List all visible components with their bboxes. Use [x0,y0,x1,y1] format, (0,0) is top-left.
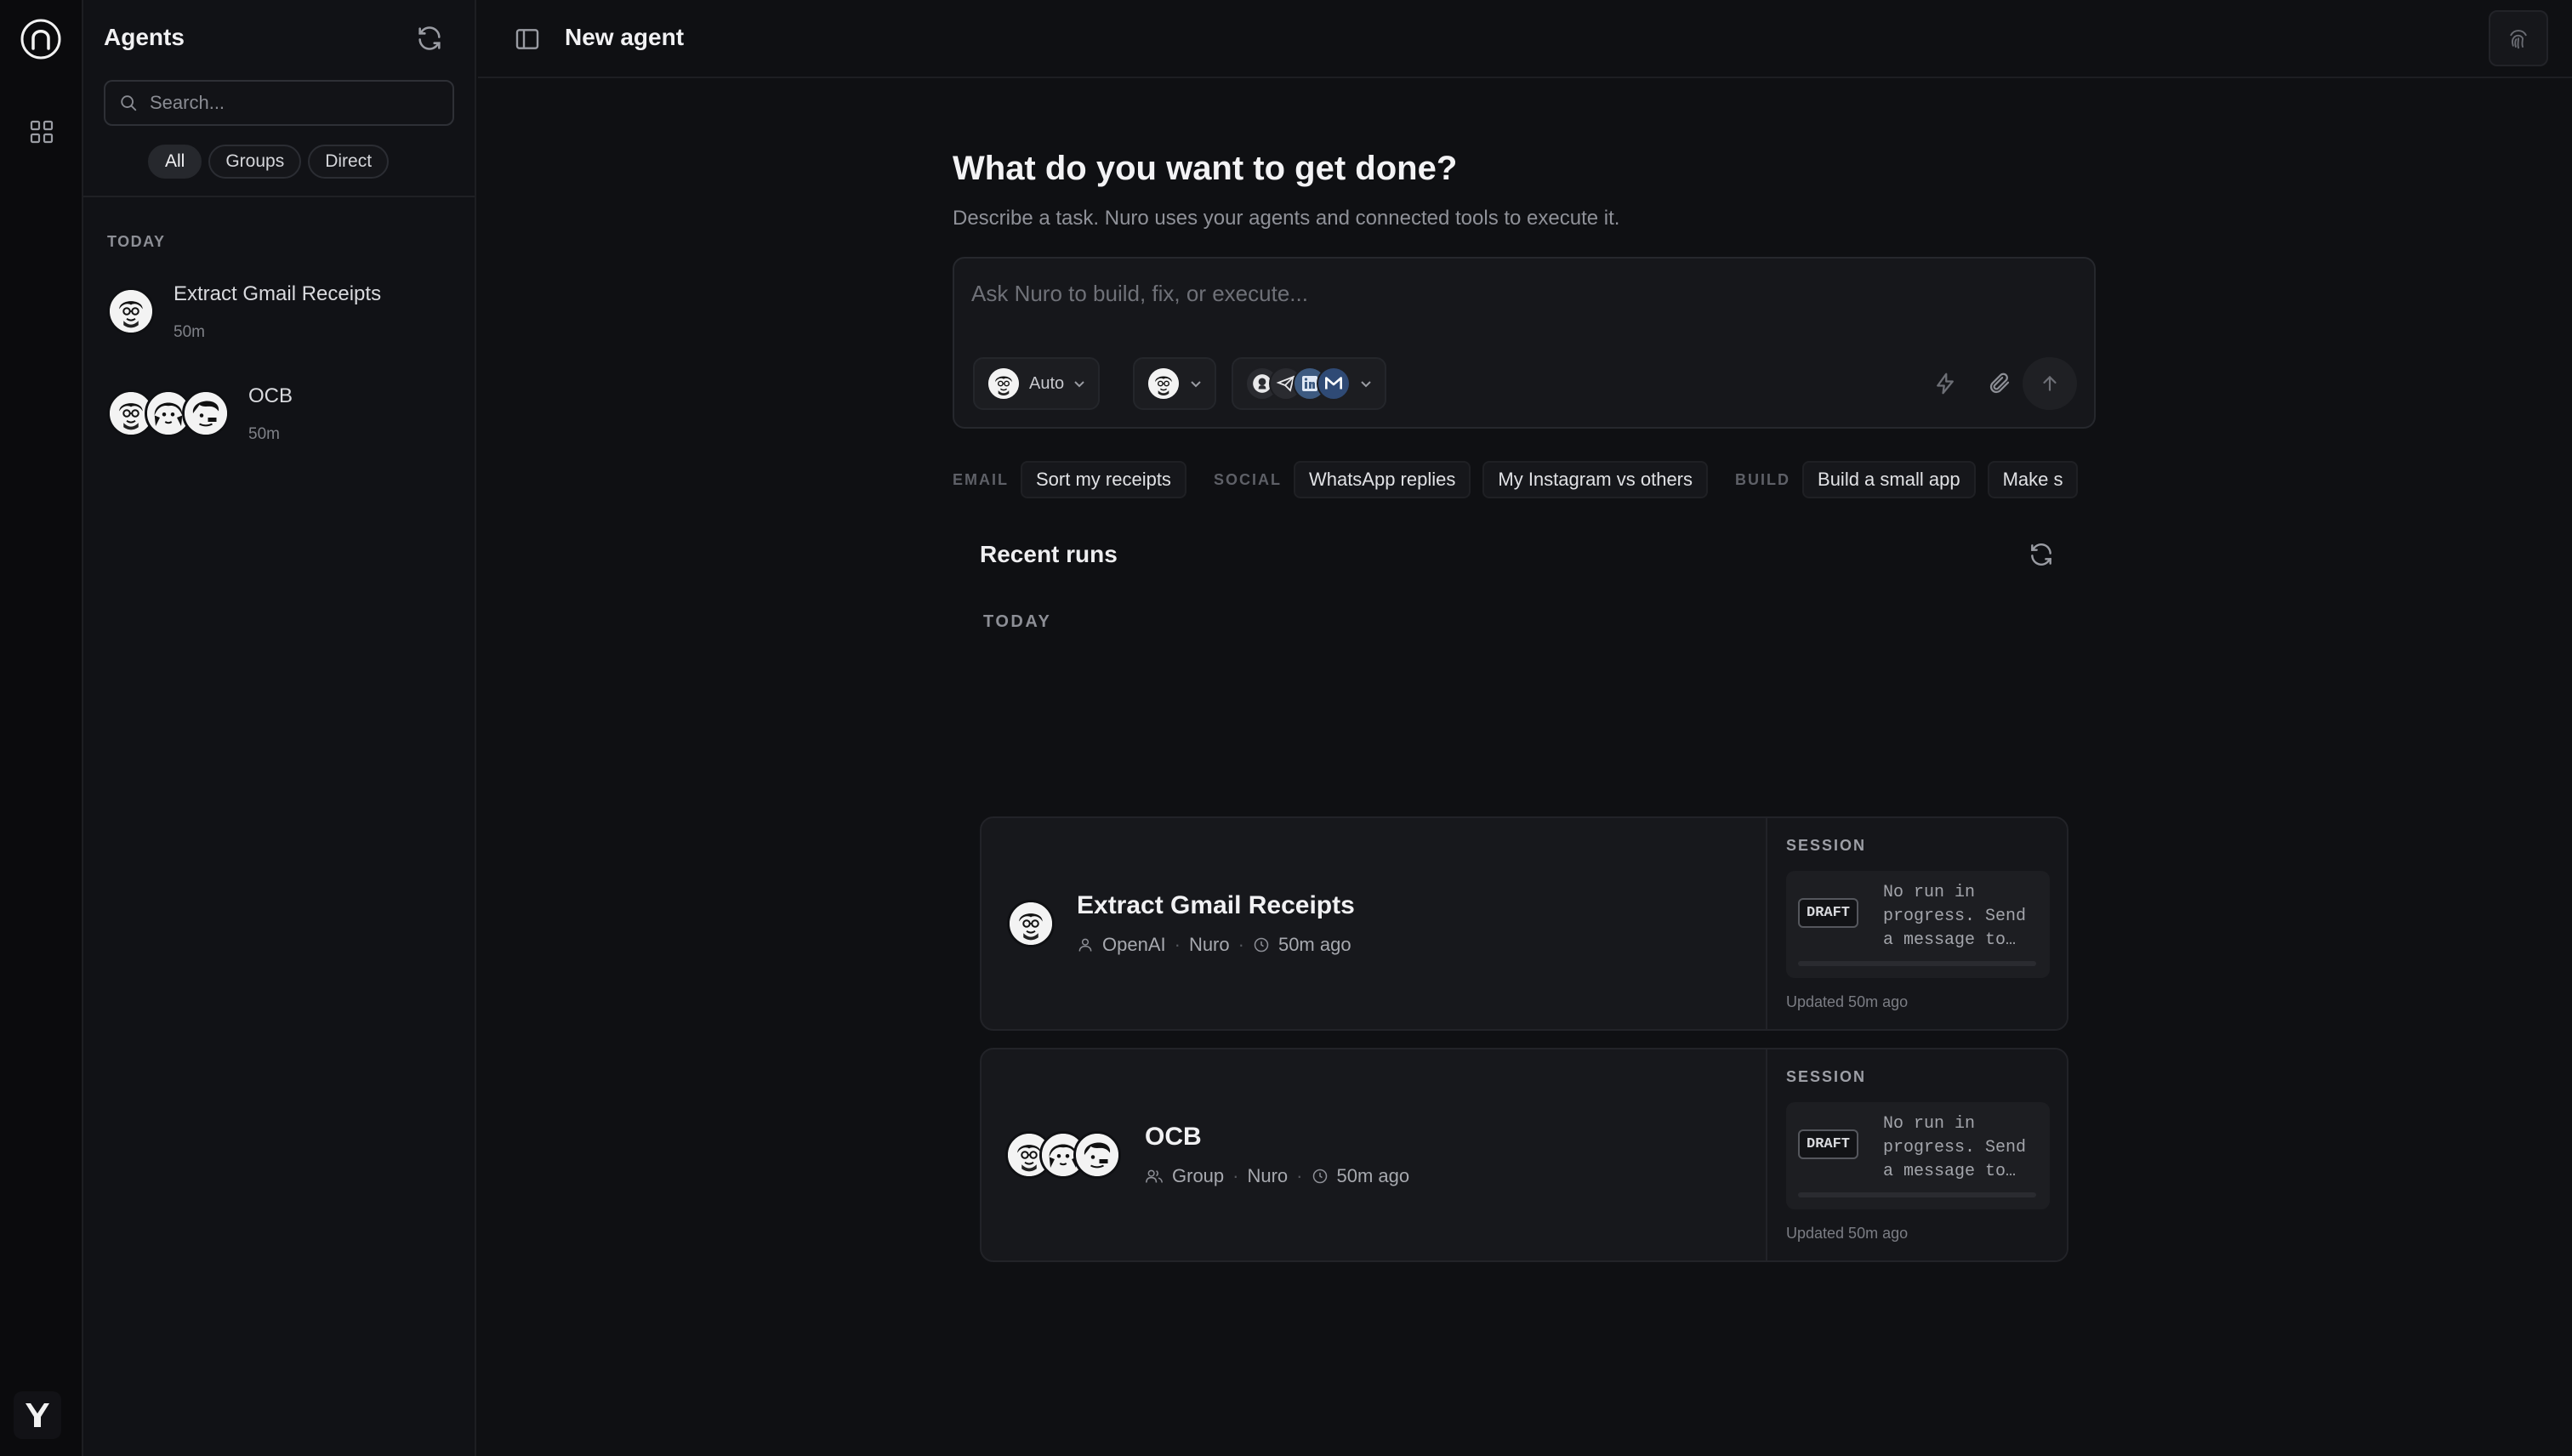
suggestion-category-build: BUILD [1735,470,1791,488]
divider [83,196,475,197]
run-session-panel: SESSION DRAFT No run in progress. Send a… [1766,818,2067,1029]
gmail-icon [1317,367,1351,401]
suggestion-instagram[interactable]: My Instagram vs others [1482,461,1709,498]
avatar [987,367,1021,401]
main-content: What do you want to get done? Describe a… [953,150,2096,1262]
session-preview[interactable]: DRAFT No run in progress. Send a message… [1786,1102,2050,1209]
sidebar-item-ocb[interactable]: OCB 50m [107,383,456,459]
bolt-icon[interactable] [1932,371,1958,396]
run-name: Extract Gmail Receipts [1077,891,1355,919]
sidebar-item-label: OCB [248,384,293,407]
run-agent: Nuro [1188,934,1230,955]
recent-section-label: TODAY [983,612,1052,631]
clock-icon [1254,937,1269,953]
session-label: SESSION [1786,837,1867,854]
status-badge: DRAFT [1798,1129,1859,1159]
avatar [1073,1131,1121,1179]
run-time: 50m ago [1277,934,1351,955]
sidebar-item-label: Extract Gmail Receipts [174,282,382,305]
user-icon [1078,938,1092,952]
suggestion-make[interactable]: Make s [1987,461,2079,498]
group-icon [1146,1169,1163,1183]
session-text: No run in progress. Send a message to… [1883,883,2027,950]
task-composer: Auto [953,257,2096,429]
main-heading: What do you want to get done? [953,150,1458,187]
updated-timestamp: Updated 50m ago [1786,993,1909,1010]
fingerprint-icon[interactable] [2489,10,2548,66]
suggestion-sort-my-receipts[interactable]: Sort my receipts [1021,461,1186,498]
arrow-up-icon [2043,375,2057,391]
recent-runs: Recent runs TODAY Extract Gmail Receipts… [980,541,2068,1262]
run-session-panel: SESSION DRAFT No run in progress. Send a… [1766,1049,2067,1260]
filter-tabs: All Groups Direct [148,145,390,179]
main-subheading: Describe a task. Nuro uses your agents a… [953,207,1620,230]
suggestion-category-email: EMAIL [953,470,1009,488]
refresh-icon[interactable] [2028,541,2055,568]
avatar [1007,900,1055,947]
top-bar: New agent [478,0,2572,78]
model-label: Auto [1029,373,1065,393]
clock-icon [1312,1169,1327,1184]
session-progress-bar [1798,961,2036,966]
paperclip-icon[interactable] [1987,371,2012,396]
suggestion-category-social: SOCIAL [1213,470,1282,488]
run-owner: OpenAI [1102,934,1166,955]
updated-timestamp: Updated 50m ago [1786,1225,1909,1242]
refresh-icon[interactable] [415,24,444,53]
sidebar-item-extract-gmail-receipts[interactable]: Extract Gmail Receipts 50m [107,281,456,357]
run-meta: Group · Nuro · 50m ago [1145,1165,1409,1187]
avatar [182,390,230,437]
session-progress-bar [1798,1192,2036,1197]
search-input[interactable] [150,92,439,114]
run-card[interactable]: Extract Gmail Receipts OpenAI · Nuro · 5… [980,816,2068,1031]
recent-runs-title: Recent runs [980,541,1118,567]
section-label: TODAY [107,233,166,250]
separator: · [1232,1165,1239,1186]
suggestion-whatsapp-replies[interactable]: WhatsApp replies [1293,461,1471,498]
session-text: No run in progress. Send a message to… [1883,1114,2027,1181]
run-owner: Group [1172,1165,1225,1186]
search-box[interactable] [104,80,454,126]
tool-stack [1245,367,1351,401]
filter-groups[interactable]: Groups [208,145,302,179]
chevron-down-icon [1361,381,1371,388]
nuro-logo-icon[interactable] [20,18,62,60]
sidebar-title: Agents [104,24,185,50]
separator: · [1238,934,1244,955]
chevron-down-icon [1191,381,1201,388]
avatar [107,287,155,335]
send-button[interactable] [2023,357,2077,410]
run-time: 50m ago [1336,1165,1410,1186]
filter-all[interactable]: All [148,145,202,179]
session-preview[interactable]: DRAFT No run in progress. Send a message… [1786,871,2050,978]
search-icon [121,95,137,111]
agent-selector[interactable] [1133,357,1216,410]
model-selector[interactable]: Auto [973,357,1101,410]
filter-direct[interactable]: Direct [308,145,390,179]
task-input[interactable] [971,281,2077,307]
separator: · [1296,1165,1303,1186]
grid-icon[interactable] [29,119,54,145]
tools-selector[interactable] [1232,357,1386,410]
separator: · [1174,934,1181,955]
run-meta: OpenAI · Nuro · 50m ago [1077,934,1351,956]
app-rail [0,0,83,1456]
session-label: SESSION [1786,1068,1867,1085]
status-badge: DRAFT [1798,898,1859,928]
page-title: New agent [565,24,685,50]
suggestion-build-small-app[interactable]: Build a small app [1802,461,1976,498]
sidebar-item-time: 50m [174,323,205,341]
suggestion-row: EMAIL Sort my receipts SOCIAL WhatsApp r… [953,461,2104,498]
brand-icon[interactable] [14,1391,61,1439]
run-card[interactable]: OCB Group · Nuro · 50m ago SESSION DRAFT… [980,1048,2068,1262]
run-summary[interactable]: OCB Group · Nuro · 50m ago [982,1049,1766,1260]
sidebar-item-time: 50m [248,425,280,443]
run-summary[interactable]: Extract Gmail Receipts OpenAI · Nuro · 5… [982,818,1766,1029]
sidebar-panel-icon[interactable] [514,26,541,53]
chevron-down-icon [1074,381,1084,388]
run-agent: Nuro [1247,1165,1289,1186]
avatar [1147,367,1181,401]
agents-sidebar: Agents All Groups Direct TODAY Extract G… [83,0,476,1456]
run-name: OCB [1145,1123,1202,1151]
